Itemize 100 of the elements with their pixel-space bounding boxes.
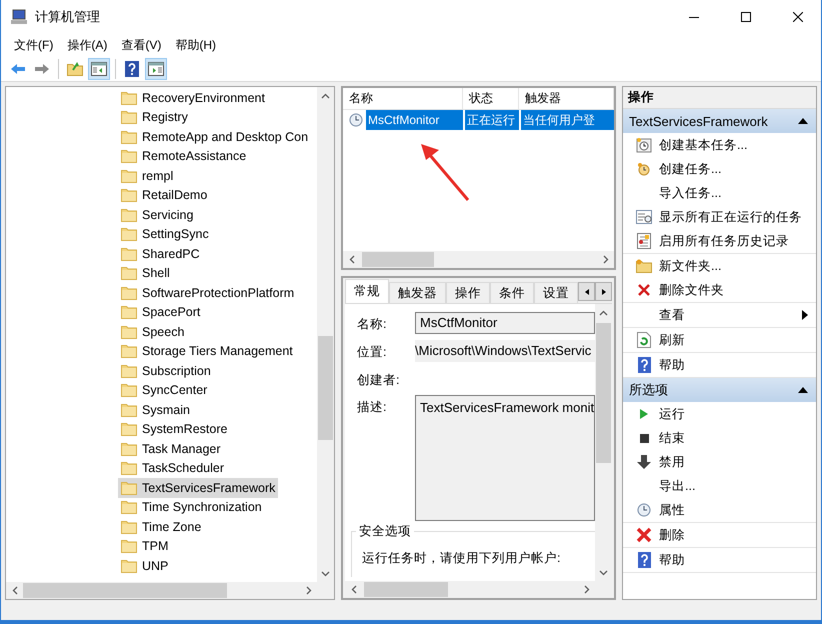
scrollbar[interactable] [345,581,595,598]
action-item[interactable]: 结束 [623,426,816,450]
play-icon [639,408,649,420]
tree-item[interactable]: Servicing [118,205,196,224]
action-item[interactable]: 显示所有正在运行的任务 [623,205,816,229]
action-item[interactable]: 导入任务... [623,181,816,205]
scroll-right-icon[interactable] [584,585,590,594]
scrollbar[interactable] [343,251,614,268]
tab-scroll-left-button[interactable] [578,282,595,301]
tree-item[interactable]: SyncCenter [118,380,210,400]
scrollbar-thumb[interactable] [362,252,434,267]
action-item[interactable]: 查看 [623,303,816,327]
action-item[interactable]: 删除文件夹 [623,278,816,302]
tree-item[interactable]: rempl [118,166,176,186]
task-row[interactable]: MsCtfMonitor 正在运行 当任何用户登 [343,110,614,130]
action-item[interactable]: 禁用 [623,450,816,474]
tab[interactable]: 常规 [345,279,389,303]
tree-item[interactable]: Shell [118,264,173,283]
tree-item[interactable]: Speech [118,322,188,342]
scrollbar[interactable] [317,87,334,582]
folder-icon [121,461,137,476]
scroll-left-icon[interactable] [12,586,18,595]
tree-item[interactable]: RemoteAssistance [118,146,250,166]
help-icon [638,552,650,568]
clock-icon [636,137,652,153]
menu-item[interactable]: 文件(F) [7,36,60,54]
action-item[interactable]: 创建基本任务... [623,133,816,157]
action-item[interactable]: 运行 [623,402,816,426]
scroll-up-icon[interactable] [599,310,608,316]
folder-icon [121,208,137,222]
tab[interactable]: 条件 [490,282,534,303]
column-header[interactable]: 名称 [343,88,463,109]
security-text: 运行任务时，请使用下列用户帐户: [362,550,562,567]
column-header[interactable]: 触发器 [519,88,614,109]
tree-item[interactable]: RemoteApp and Desktop Con [118,127,312,146]
action-item[interactable]: 导出... [623,474,816,498]
tree-item[interactable]: TextServicesFramework [118,478,278,498]
action-item[interactable]: 新文件夹... [623,254,816,278]
tree-item[interactable]: Subscription [118,361,214,380]
tree-item[interactable]: SharedPC [118,244,203,264]
scroll-up-icon[interactable] [321,92,330,98]
folder-icon [121,246,137,261]
tree-item[interactable]: SystemRestore [118,420,230,439]
help-icon [638,357,650,373]
tree-item[interactable]: Registry [118,108,191,127]
scroll-left-icon[interactable] [350,585,356,594]
tree-item[interactable]: RetailDemo [118,186,210,205]
scrollbar-thumb[interactable] [23,583,227,598]
scroll-down-icon[interactable] [321,570,330,576]
tab-scroll-right-button[interactable] [595,282,612,301]
help-icon [125,60,139,76]
actions-header: 操作 [623,87,816,109]
submenu-arrow-icon [802,310,808,320]
tree-item[interactable]: Storage Tiers Management [118,342,296,361]
tab[interactable]: 设置 [534,282,578,303]
description-field[interactable]: TextServicesFramework monit [415,395,595,521]
field-value: \Microsoft\Windows\TextServic [415,340,595,362]
folder-icon [121,402,137,417]
tab[interactable]: 操作 [446,282,490,303]
tree-item[interactable]: TPM [118,536,172,556]
name-field[interactable]: MsCtfMonitor [415,312,595,334]
column-header[interactable]: 状态 [463,88,519,109]
scroll-down-icon[interactable] [599,570,608,576]
tree-item[interactable]: RecoveryEnvironment [118,88,268,108]
scrollbar-thumb[interactable] [364,582,448,597]
action-item[interactable]: 启用所有任务历史记录 [623,229,816,253]
scroll-right-icon[interactable] [602,255,608,264]
section-header[interactable]: 所选项 [623,378,816,402]
toolbar-button[interactable] [88,58,110,80]
scrollbar[interactable] [595,304,612,581]
action-item[interactable]: 创建任务... [623,157,816,181]
folder-icon [121,422,137,436]
menu-item[interactable]: 查看(V) [114,36,168,54]
tree-item[interactable]: UNP [118,556,172,576]
tree-item[interactable]: SoftwareProtectionPlatform [118,283,298,302]
toolbar-button[interactable] [145,58,167,80]
scrollbar[interactable] [6,582,317,599]
tree-item[interactable]: TaskScheduler [118,458,227,478]
scrollbar-thumb[interactable] [596,323,611,463]
menu-item[interactable]: 操作(A) [60,36,114,54]
section-header[interactable]: TextServicesFramework [623,109,816,133]
close-icon [638,284,650,296]
scroll-left-icon[interactable] [348,255,354,264]
scrollbar-thumb[interactable] [318,336,333,440]
tree-item[interactable]: SpacePort [118,302,204,322]
tree-item[interactable]: Time Zone [118,517,204,536]
maximize-icon [741,12,751,22]
action-item[interactable]: 删除 [623,523,816,547]
action-item[interactable]: 帮助 [623,353,816,377]
tab[interactable]: 触发器 [389,282,446,303]
menu-item[interactable]: 帮助(H) [168,36,223,54]
action-item[interactable]: 刷新 [623,328,816,352]
action-item[interactable]: 属性 [623,498,816,522]
tree-item[interactable]: Task Manager [118,439,224,458]
action-item[interactable]: 帮助 [623,548,816,572]
scroll-right-icon[interactable] [306,586,312,595]
tree-item[interactable]: Time Synchronization [118,498,265,517]
tree-item[interactable]: SettingSync [118,224,212,244]
tree-item[interactable]: Sysmain [118,400,193,420]
field-label: 名称: [357,316,388,333]
